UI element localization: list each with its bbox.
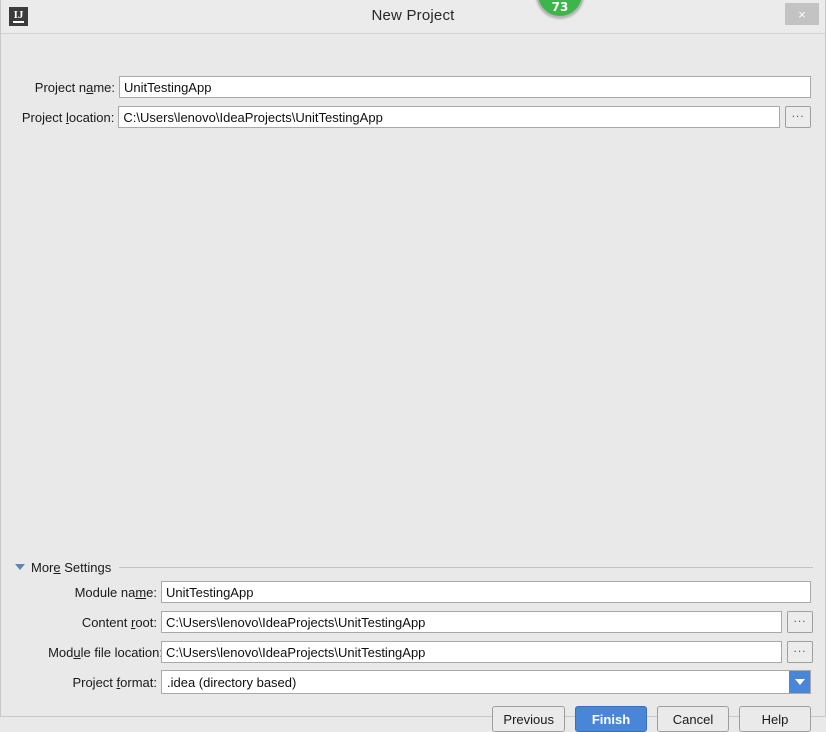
module-file-location-label: Module file location:	[48, 644, 163, 660]
project-location-value: C:\Users\lenovo\IdeaProjects\UnitTesting…	[123, 109, 383, 125]
cancel-button[interactable]: Cancel	[657, 706, 729, 732]
module-file-location-row: Module file location: C:\Users\lenovo\Id…	[39, 641, 813, 663]
content-root-row: Content root: C:\Users\lenovo\IdeaProjec…	[39, 611, 813, 633]
project-name-row: Project name: UnitTestingApp	[21, 76, 811, 98]
chevron-down-icon[interactable]	[15, 564, 25, 570]
ellipsis-icon: ...	[793, 641, 807, 655]
module-file-location-input[interactable]: C:\Users\lenovo\IdeaProjects\UnitTesting…	[161, 641, 782, 663]
page-title: New Project	[371, 7, 455, 24]
project-name-value: UnitTestingApp	[124, 79, 212, 95]
dialog-content: Project name: UnitTestingApp Project loc…	[1, 34, 825, 732]
finish-button[interactable]: Finish	[575, 706, 647, 732]
project-format-select[interactable]: .idea (directory based)	[161, 670, 811, 694]
project-location-row: Project location: C:\Users\lenovo\IdeaPr…	[21, 106, 811, 128]
project-format-row: Project format: .idea (directory based)	[39, 670, 813, 694]
module-name-value: UnitTestingApp	[166, 584, 254, 600]
project-name-input[interactable]: UnitTestingApp	[119, 76, 811, 98]
dialog-button-bar: Previous Finish Cancel Help	[492, 706, 811, 732]
close-icon: ×	[798, 6, 806, 22]
module-file-location-value: C:\Users\lenovo\IdeaProjects\UnitTesting…	[166, 644, 426, 660]
module-file-location-browse-button[interactable]: ...	[787, 641, 813, 663]
close-button[interactable]: ×	[785, 3, 819, 25]
project-location-browse-button[interactable]: ...	[785, 106, 811, 128]
help-button[interactable]: Help	[739, 706, 811, 732]
ellipsis-icon: ...	[791, 106, 805, 120]
content-root-browse-button[interactable]: ...	[787, 611, 813, 633]
project-format-label: Project format:	[72, 674, 157, 690]
chevron-down-icon[interactable]	[789, 671, 810, 693]
caret-glyph	[794, 679, 805, 685]
content-root-input[interactable]: C:\Users\lenovo\IdeaProjects\UnitTesting…	[161, 611, 782, 633]
ellipsis-icon: ...	[793, 611, 807, 625]
previous-button[interactable]: Previous	[492, 706, 565, 732]
project-name-label: Project name:	[34, 79, 115, 95]
section-separator	[119, 566, 813, 568]
more-settings-label[interactable]: More Settings	[31, 560, 111, 575]
module-name-input[interactable]: UnitTestingApp	[161, 581, 811, 603]
content-root-label: Content root:	[81, 614, 157, 630]
module-name-label: Module name:	[74, 584, 157, 600]
dialog-title-bar: IJ New Project 73 ×	[1, 0, 825, 34]
more-settings-section-header[interactable]: More Settings	[15, 559, 813, 575]
new-project-dialog: IJ New Project 73 × Project name: UnitTe…	[0, 0, 826, 732]
module-name-row: Module name: UnitTestingApp	[39, 581, 813, 603]
project-format-value: .idea (directory based)	[167, 674, 297, 690]
notification-badge-count: 73	[551, 0, 569, 14]
content-root-value: C:\Users\lenovo\IdeaProjects\UnitTesting…	[166, 614, 426, 630]
project-location-input[interactable]: C:\Users\lenovo\IdeaProjects\UnitTesting…	[118, 106, 781, 128]
project-location-label: Project location:	[21, 109, 115, 125]
